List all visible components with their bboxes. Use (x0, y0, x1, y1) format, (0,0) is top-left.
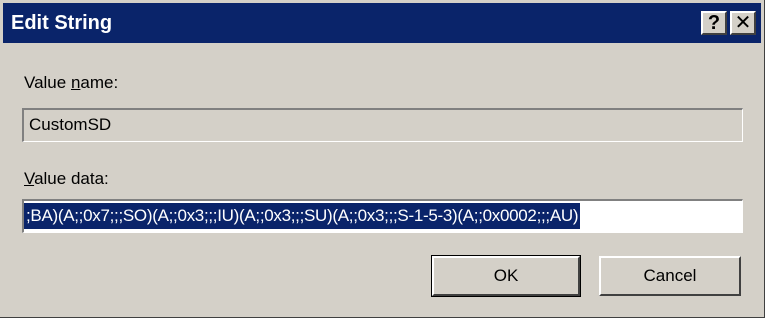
cancel-button[interactable]: Cancel (599, 256, 741, 296)
value-name-label-text-pre: Value (24, 73, 71, 92)
close-icon: ✕ (734, 12, 752, 34)
value-data-label-accelerator: V (24, 169, 35, 188)
value-name-label-accelerator: n (70, 73, 81, 92)
value-name-text: CustomSD (29, 115, 112, 134)
value-data-field[interactable]: ;BA)(A;;0x7;;;SO)(A;;0x3;;;IU)(A;;0x3;;;… (22, 199, 743, 233)
value-name-label: Value name: (24, 73, 118, 93)
value-name-field[interactable]: CustomSD (22, 108, 743, 142)
dialog-title: Edit String (11, 12, 113, 34)
edit-string-dialog: Edit String ? ✕ Value name: CustomSD Val… (0, 0, 765, 318)
close-button[interactable]: ✕ (730, 11, 756, 35)
value-data-label-text-post: alue data: (34, 169, 109, 188)
value-name-label-text-post: ame: (80, 73, 119, 92)
title-bar[interactable]: Edit String ? ✕ (3, 3, 761, 43)
value-data-text: ;BA)(A;;0x7;;;SO)(A;;0x3;;;IU)(A;;0x3;;;… (24, 203, 581, 229)
ok-button[interactable]: OK (431, 255, 581, 297)
value-data-label: Value data: (24, 169, 109, 189)
help-icon: ? (707, 12, 721, 34)
help-button[interactable]: ? (701, 11, 727, 35)
